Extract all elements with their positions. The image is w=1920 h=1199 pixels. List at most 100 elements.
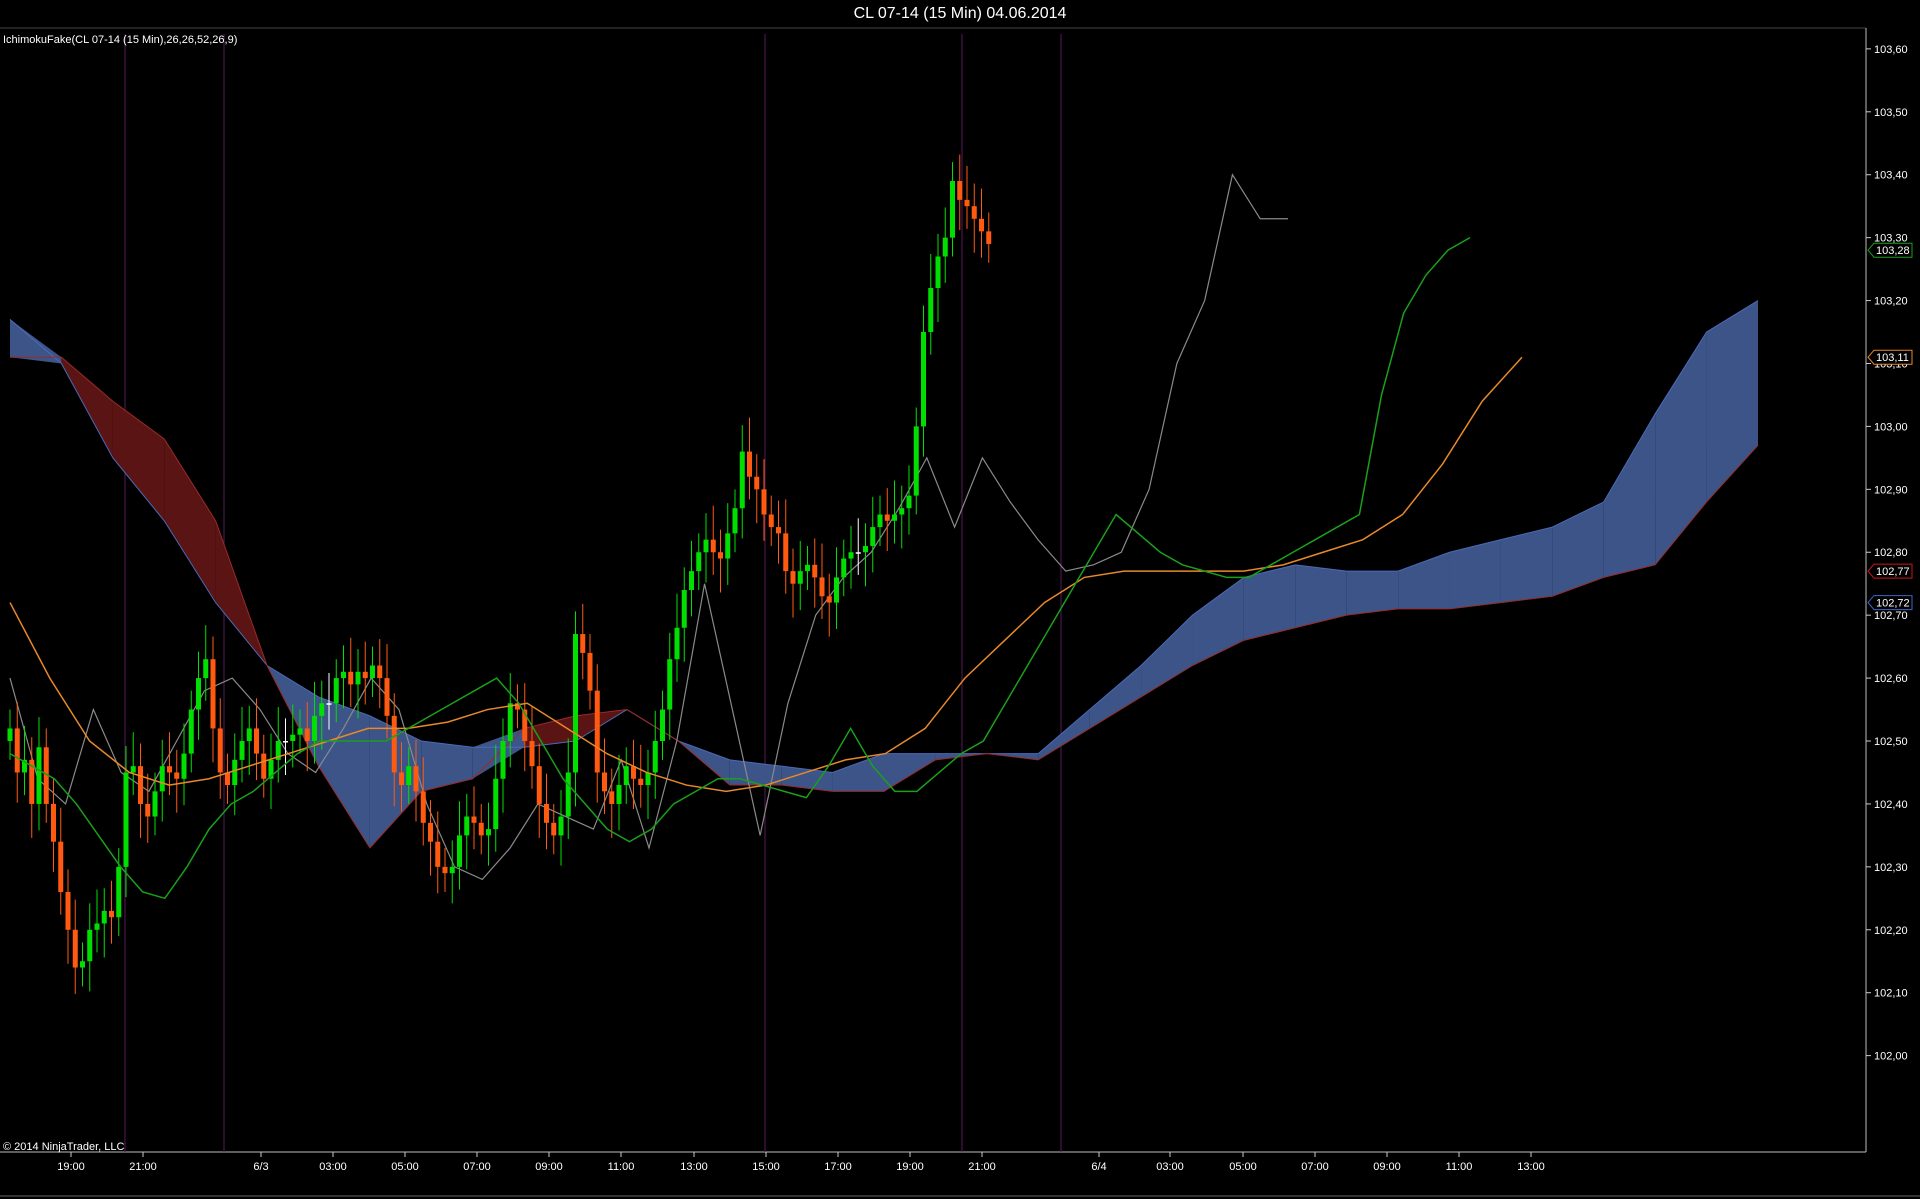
candle-body bbox=[87, 929, 93, 962]
candle-body bbox=[906, 495, 912, 509]
time-tick-label: 19:00 bbox=[896, 1161, 924, 1173]
candle-body bbox=[58, 841, 64, 893]
candle-body bbox=[123, 772, 129, 867]
indicator-label: IchimokuFake(CL 07-14 (15 Min),26,26,52,… bbox=[3, 34, 237, 46]
candle-body bbox=[101, 910, 107, 924]
candle-body bbox=[855, 552, 861, 554]
time-tick-label: 11:00 bbox=[608, 1161, 635, 1173]
price-tick-label: 102,20 bbox=[1874, 925, 1908, 937]
candle-body bbox=[703, 539, 709, 553]
candle-body bbox=[14, 728, 20, 773]
price-tick-label: 102,40 bbox=[1874, 799, 1908, 811]
cloud-segment bbox=[1655, 332, 1707, 565]
price-tick-label: 102,70 bbox=[1874, 610, 1908, 622]
candle-body bbox=[319, 703, 325, 716]
candle-body bbox=[116, 866, 122, 918]
cloud-segment bbox=[781, 766, 833, 792]
candle-body bbox=[754, 476, 760, 490]
candle-body bbox=[254, 728, 259, 754]
cloud-segment bbox=[1141, 615, 1193, 697]
candle-body bbox=[667, 659, 673, 710]
candle-body bbox=[841, 558, 847, 578]
time-tick-label: 07:00 bbox=[1301, 1161, 1329, 1173]
candle-body bbox=[348, 671, 354, 685]
time-tick-label: 19:00 bbox=[57, 1161, 85, 1173]
candle-body bbox=[333, 678, 339, 704]
candle-body bbox=[181, 753, 187, 779]
candle-body bbox=[486, 829, 491, 836]
price-chart[interactable]: 103,60103,50103,40103,30103,20103,10103,… bbox=[0, 0, 1920, 1199]
cloud-segment bbox=[318, 696, 370, 848]
time-tick-label: 05:00 bbox=[391, 1161, 419, 1173]
candle-body bbox=[805, 564, 810, 572]
copyright-label: © 2014 NinjaTrader, LLC bbox=[3, 1141, 124, 1153]
candle-body bbox=[377, 665, 383, 679]
candle-body bbox=[471, 816, 477, 823]
cloud-segment bbox=[1398, 552, 1450, 609]
candle-body bbox=[203, 659, 209, 679]
cloud-segment bbox=[832, 753, 884, 792]
time-tick-label: 21:00 bbox=[129, 1161, 157, 1173]
price-tick-label: 103,20 bbox=[1874, 296, 1908, 308]
candle-body bbox=[232, 759, 238, 786]
candle-body bbox=[652, 741, 658, 773]
cloud-segment bbox=[1603, 413, 1656, 578]
price-tick-label: 103,50 bbox=[1874, 107, 1908, 119]
time-tick-label: 15:00 bbox=[752, 1161, 780, 1173]
candle-body bbox=[304, 728, 310, 742]
candle-body bbox=[971, 206, 977, 219]
cloud-segment bbox=[1552, 501, 1604, 597]
candle-body bbox=[210, 659, 216, 729]
candle-body bbox=[834, 577, 839, 603]
candle-body bbox=[152, 791, 158, 817]
candle-body bbox=[94, 923, 100, 930]
candle-body bbox=[362, 671, 368, 679]
candle-body bbox=[761, 489, 767, 515]
cloud-segment bbox=[1038, 709, 1090, 760]
candle-body bbox=[406, 766, 412, 786]
price-marker-label: 103,28 bbox=[1876, 245, 1910, 257]
candle-body bbox=[174, 772, 180, 779]
time-axis: 19:00 21:00 6/3 03:00 05:00 07:00 09:00 11:00 13… bbox=[57, 1152, 1545, 1173]
candle-body bbox=[645, 772, 651, 786]
candle-body bbox=[130, 766, 136, 773]
candle-body bbox=[950, 181, 955, 238]
candle-body bbox=[587, 652, 593, 691]
candle-body bbox=[660, 709, 665, 742]
candle-body bbox=[109, 910, 114, 918]
candle-body bbox=[565, 772, 571, 817]
cloud-segment bbox=[884, 753, 936, 792]
candle-body bbox=[188, 709, 194, 754]
price-tick-label: 102,60 bbox=[1874, 673, 1908, 685]
time-tick-label: 17:00 bbox=[824, 1161, 852, 1173]
candle-body bbox=[464, 816, 470, 836]
cloud-segment bbox=[1500, 527, 1553, 603]
price-marker-label: 102,72 bbox=[1876, 598, 1910, 610]
candle-body bbox=[609, 791, 615, 804]
candle-body bbox=[413, 766, 419, 792]
price-tick-label: 102,90 bbox=[1874, 484, 1908, 496]
candle-body bbox=[747, 451, 752, 477]
candle-body bbox=[623, 766, 629, 786]
candle-body bbox=[384, 678, 390, 716]
candle-body bbox=[725, 533, 731, 559]
candle-body bbox=[710, 539, 716, 553]
candle-body bbox=[899, 508, 905, 515]
candle-body bbox=[65, 892, 71, 930]
time-tick-label: 6/3 bbox=[253, 1161, 268, 1173]
candle-body bbox=[72, 929, 78, 968]
candle-body bbox=[442, 866, 448, 874]
candle-body bbox=[921, 332, 926, 427]
candle-body bbox=[964, 199, 970, 207]
candle-body bbox=[428, 822, 433, 842]
cloud-segment bbox=[164, 438, 216, 603]
candle-body bbox=[848, 552, 854, 559]
price-tick-label: 103,00 bbox=[1874, 421, 1908, 433]
candle-body bbox=[957, 181, 963, 200]
candle-body bbox=[159, 766, 165, 792]
candle-body bbox=[225, 772, 230, 786]
price-tick-label: 102,00 bbox=[1874, 1051, 1908, 1063]
time-tick-label: 09:00 bbox=[1373, 1161, 1401, 1173]
candle-body bbox=[341, 671, 346, 679]
time-tick-label: 07:00 bbox=[463, 1161, 491, 1173]
